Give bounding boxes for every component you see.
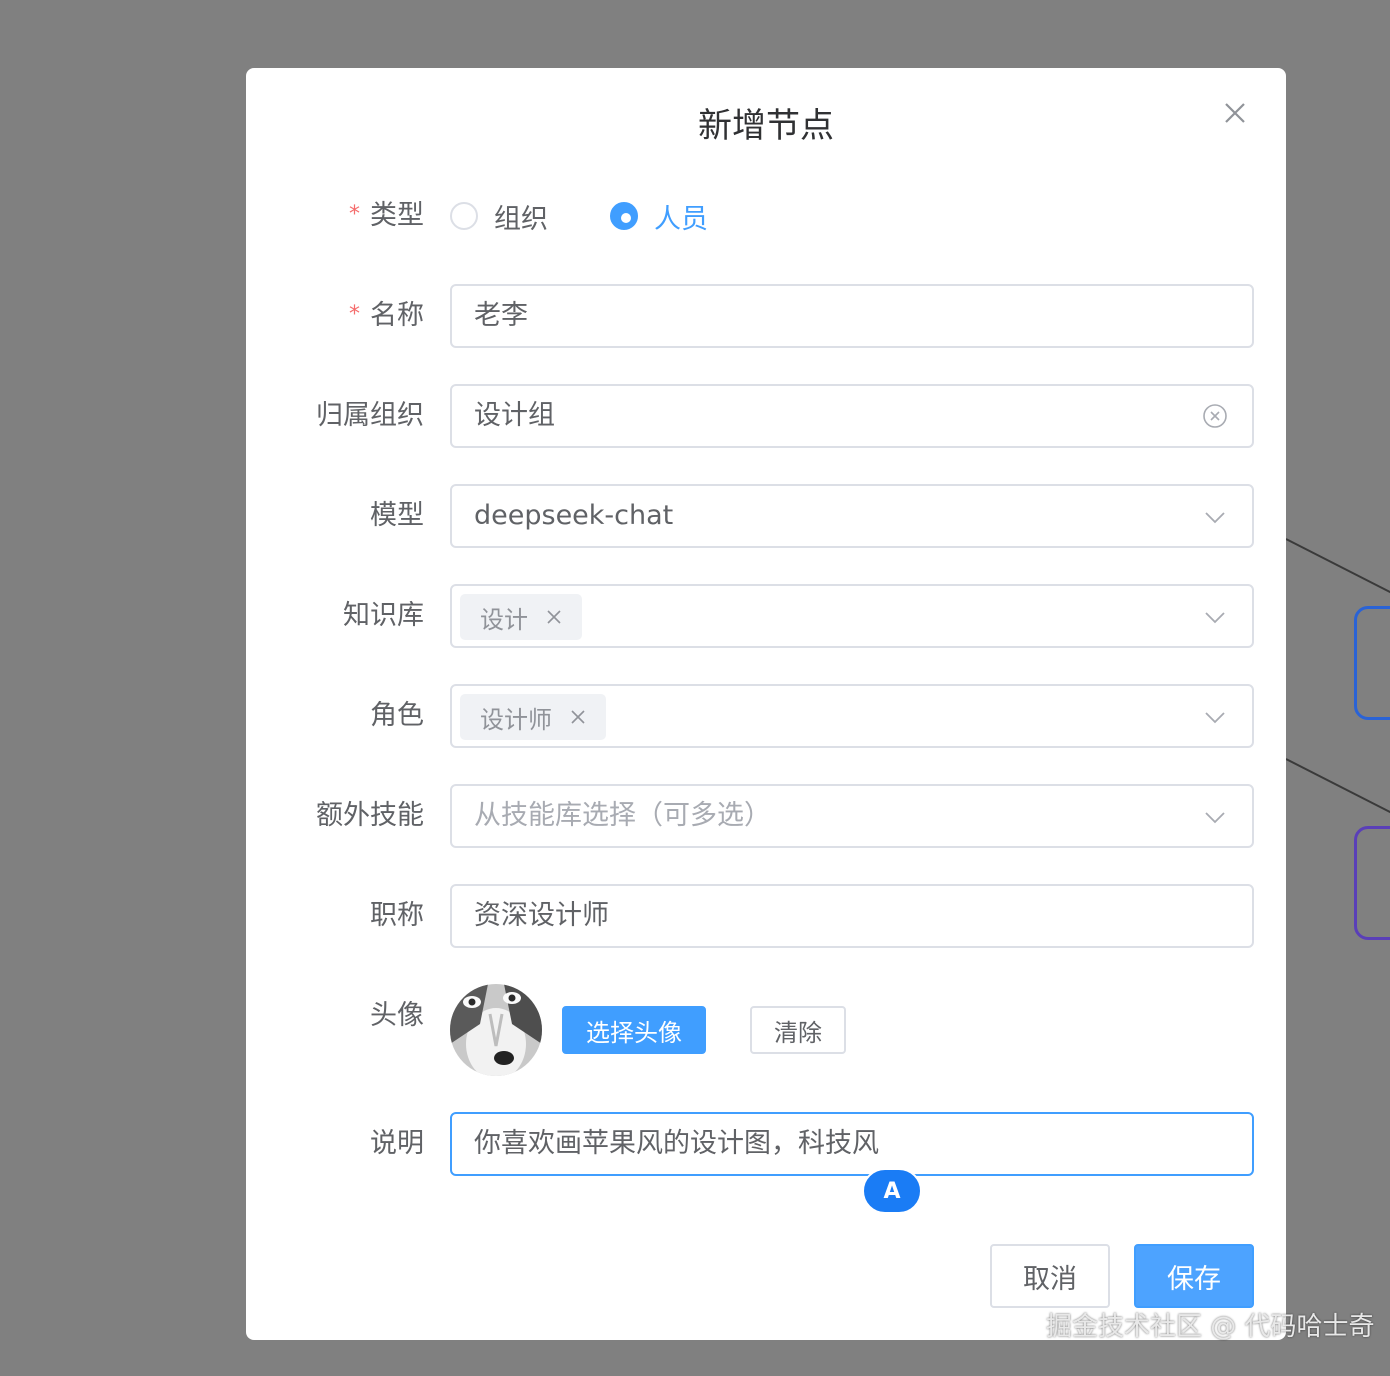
chevron-down-icon <box>1204 806 1226 828</box>
model-select[interactable]: deepseek-chat <box>450 484 1254 548</box>
avatar <box>450 984 542 1076</box>
radio-circle-icon <box>450 202 478 230</box>
form-label-type: * 类型 <box>349 184 424 248</box>
form-label-title: 职称 <box>370 900 424 931</box>
label-text: 名称 <box>370 300 424 331</box>
form-row-kb: 知识库 设计 <box>246 584 1286 648</box>
form-row-org: 归属组织 设计组 <box>246 384 1286 448</box>
form-row-name: * 名称 老李 <box>246 284 1286 348</box>
close-icon[interactable] <box>570 709 586 725</box>
form-label-role: 角色 <box>370 700 424 731</box>
close-icon[interactable] <box>546 609 562 625</box>
input-method-indicator: A <box>862 1168 922 1214</box>
radio-label: 组织 <box>494 203 548 235</box>
skills-placeholder: 从技能库选择（可多选） <box>474 800 771 831</box>
form-label-model: 模型 <box>370 500 424 531</box>
form-label-desc: 说明 <box>370 1128 424 1159</box>
canvas-edge <box>1285 538 1390 595</box>
form-row-title: 职称 资深设计师 <box>246 884 1286 948</box>
form-label-name: * 名称 <box>349 284 424 348</box>
model-value: deepseek-chat <box>474 500 674 531</box>
radio-organization[interactable]: 组织 <box>450 184 548 248</box>
clear-avatar-button[interactable]: 清除 <box>750 1006 846 1054</box>
chevron-down-icon <box>1204 606 1226 628</box>
choose-avatar-button[interactable]: 选择头像 <box>562 1006 706 1054</box>
chevron-down-icon <box>1204 506 1226 528</box>
form-row-model: 模型 deepseek-chat <box>246 484 1286 548</box>
save-button[interactable]: 保存 <box>1134 1244 1254 1308</box>
form-row-desc: 说明 你喜欢画苹果风的设计图，科技风 <box>246 1112 1286 1176</box>
close-icon[interactable] <box>1220 98 1250 128</box>
kb-tag: 设计 <box>460 594 582 640</box>
add-node-dialog: 新增节点 * 类型 组织 人员 * 名称 老李 归属组织 设计组 模型 deep… <box>246 68 1286 1340</box>
role-select[interactable]: 设计师 <box>450 684 1254 748</box>
org-select[interactable]: 设计组 <box>450 384 1254 448</box>
title-input[interactable]: 资深设计师 <box>450 884 1254 948</box>
form-row-skills: 额外技能 从技能库选择（可多选） <box>246 784 1286 848</box>
form-label-org: 归属组织 <box>316 400 424 431</box>
form-label-kb: 知识库 <box>343 600 424 631</box>
form-row-type: * 类型 组织 人员 <box>246 184 1286 248</box>
skills-select[interactable]: 从技能库选择（可多选） <box>450 784 1254 848</box>
canvas-edge <box>1285 758 1390 815</box>
form-row-role: 角色 设计师 <box>246 684 1286 748</box>
tag-text: 设计 <box>480 605 528 634</box>
org-value: 设计组 <box>474 400 555 431</box>
canvas-node <box>1354 606 1390 720</box>
dialog-title: 新增节点 <box>698 106 834 146</box>
label-text: 类型 <box>370 200 424 231</box>
description-value: 你喜欢画苹果风的设计图，科技风 <box>474 1128 879 1159</box>
watermark: 掘金技术社区 @ 代码哈士奇 <box>1046 1312 1375 1342</box>
radio-person[interactable]: 人员 <box>610 184 708 248</box>
cancel-button[interactable]: 取消 <box>990 1244 1110 1308</box>
title-value: 资深设计师 <box>474 900 609 931</box>
radio-label: 人员 <box>654 203 708 235</box>
kb-select[interactable]: 设计 <box>450 584 1254 648</box>
radio-circle-icon <box>610 202 638 230</box>
name-value: 老李 <box>474 300 528 331</box>
name-input[interactable]: 老李 <box>450 284 1254 348</box>
role-tag: 设计师 <box>460 694 606 740</box>
form-row-avatar: 头像 选择头像 清除 <box>246 984 1286 1076</box>
tag-text: 设计师 <box>480 705 552 734</box>
chevron-down-icon <box>1204 706 1226 728</box>
form-label-skills: 额外技能 <box>316 800 424 831</box>
required-mark: * <box>349 201 360 227</box>
required-mark: * <box>349 301 360 327</box>
canvas-node <box>1354 826 1390 940</box>
form-label-avatar: 头像 <box>370 1000 424 1031</box>
description-input[interactable]: 你喜欢画苹果风的设计图，科技风 <box>450 1112 1254 1176</box>
clear-circle-icon[interactable] <box>1202 403 1228 429</box>
